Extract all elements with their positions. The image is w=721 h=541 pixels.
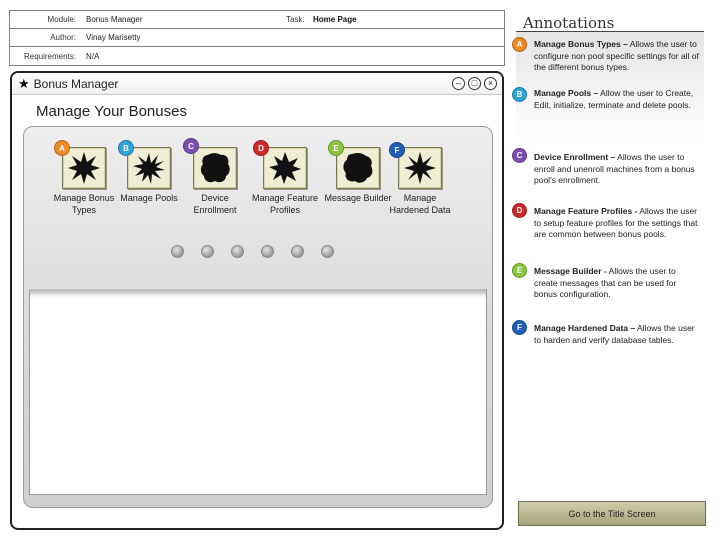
annotation-f: Manage Hardened Data – Allows the user t… bbox=[534, 323, 699, 346]
annotation-badge-e: E bbox=[512, 263, 527, 278]
pager-dot[interactable] bbox=[201, 245, 214, 258]
module-value: Bonus Manager bbox=[86, 15, 143, 24]
star-burst-icon bbox=[133, 153, 165, 184]
bonus-manager-window: ★ Bonus Manager – □ × Manage Your Bonuse… bbox=[10, 71, 504, 530]
bonus-menu-panel: Manage Bonus Types A Manage Pools B Devi… bbox=[23, 126, 493, 508]
badge-d: D bbox=[253, 140, 269, 156]
minimize-button[interactable]: – bbox=[452, 77, 465, 90]
badge-b: B bbox=[118, 140, 134, 156]
author-label: Author: bbox=[50, 33, 76, 42]
tile[interactable] bbox=[398, 147, 442, 189]
annotation-a: Manage Bonus Types – Allows the user to … bbox=[534, 39, 699, 74]
menu-item-label: Device Enrollment bbox=[193, 193, 237, 215]
menu-item-label: Manage Hardened Data bbox=[389, 193, 451, 215]
window-controls: – □ × bbox=[452, 77, 497, 90]
window-title: Bonus Manager bbox=[33, 76, 119, 91]
header-info-table: Module: Bonus Manager Task: Home Page Au… bbox=[9, 10, 505, 66]
task-value: Home Page bbox=[313, 15, 357, 24]
window-titlebar[interactable]: ★ Bonus Manager – □ × bbox=[12, 73, 502, 95]
pager-dot[interactable] bbox=[261, 245, 274, 258]
badge-c: C bbox=[183, 138, 199, 154]
pager-dot[interactable] bbox=[291, 245, 304, 258]
blob-icon bbox=[200, 153, 230, 183]
tile[interactable] bbox=[62, 147, 106, 189]
tile[interactable] bbox=[127, 147, 171, 189]
star-icon: ★ bbox=[18, 75, 30, 91]
annotation-badge-a: A bbox=[512, 37, 527, 52]
blob-icon bbox=[343, 152, 373, 183]
annotation-title: Device Enrollment – bbox=[534, 152, 616, 162]
content-area bbox=[29, 289, 487, 495]
requirements-label: Requirements: bbox=[23, 51, 76, 61]
annotation-e: Message Builder - Allows the user to cre… bbox=[534, 266, 699, 301]
author-value: Vinay Marisetty bbox=[86, 33, 141, 42]
annotation-c: Device Enrollment – Allows the user to e… bbox=[534, 152, 699, 187]
annotation-badge-b: B bbox=[512, 87, 527, 102]
annotation-title: Message Builder - bbox=[534, 266, 607, 276]
badge-a: A bbox=[54, 140, 70, 156]
author-row: Author: Vinay Marisetty bbox=[10, 29, 504, 47]
pager-dot[interactable] bbox=[171, 245, 184, 258]
annotation-title: Manage Pools – bbox=[534, 88, 599, 98]
go-to-title-screen-button[interactable]: Go to the Title Screen bbox=[518, 501, 706, 526]
close-button[interactable]: × bbox=[484, 77, 497, 90]
tile[interactable] bbox=[336, 147, 380, 189]
menu-item-manage-feature-profiles[interactable]: Manage Feature Profiles bbox=[249, 147, 321, 216]
task-label: Task: bbox=[286, 15, 305, 24]
tile[interactable] bbox=[193, 147, 237, 189]
annotation-b: Manage Pools – Allow the user to Create,… bbox=[534, 88, 699, 111]
annotations-heading: Annotations bbox=[523, 14, 615, 32]
tile[interactable] bbox=[263, 147, 307, 189]
star-burst-icon bbox=[404, 152, 436, 184]
menu-item-manage-bonus-types[interactable]: Manage Bonus Types bbox=[48, 147, 120, 216]
menu-item-label: Manage Feature Profiles bbox=[251, 193, 319, 215]
badge-e: E bbox=[328, 140, 344, 156]
annotation-title: Manage Hardened Data – bbox=[534, 323, 636, 333]
module-row: Module: Bonus Manager Task: Home Page bbox=[10, 11, 504, 29]
menu-item-label: Manage Bonus Types bbox=[53, 193, 115, 215]
star-burst-icon bbox=[269, 152, 301, 184]
annotation-badge-c: C bbox=[512, 148, 527, 163]
annotation-d: Manage Feature Profiles - Allows the use… bbox=[534, 206, 699, 241]
pager-dot[interactable] bbox=[321, 245, 334, 258]
pager-dot[interactable] bbox=[231, 245, 244, 258]
badge-f: F bbox=[389, 142, 405, 158]
module-label: Module: bbox=[47, 15, 76, 24]
page-title: Manage Your Bonuses bbox=[36, 103, 187, 120]
annotation-title: Manage Feature Profiles - bbox=[534, 206, 638, 216]
annotation-title: Manage Bonus Types – bbox=[534, 39, 628, 49]
star-burst-icon bbox=[68, 152, 100, 184]
menu-item-label: Manage Pools bbox=[120, 193, 178, 203]
annotation-badge-f: F bbox=[512, 320, 527, 335]
annotations-divider bbox=[516, 31, 704, 32]
requirements-row: Requirements: N/A bbox=[10, 47, 504, 65]
annotation-badge-d: D bbox=[512, 203, 527, 218]
menu-item-device-enrollment[interactable]: Device Enrollment bbox=[179, 147, 251, 216]
pager-dots bbox=[171, 245, 334, 258]
restore-button[interactable]: □ bbox=[468, 77, 481, 90]
requirements-value: N/A bbox=[86, 51, 100, 61]
